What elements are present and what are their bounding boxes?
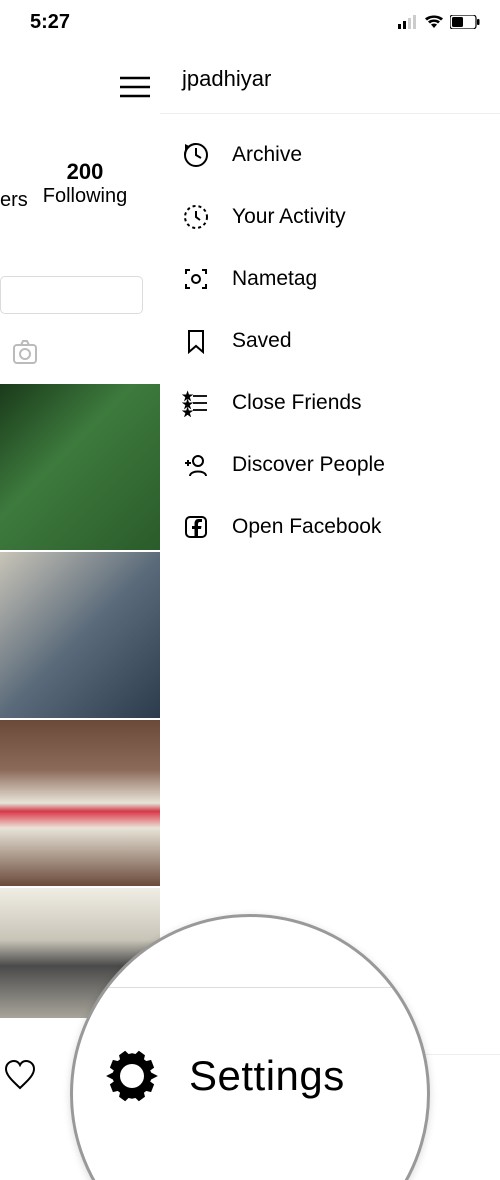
- wifi-icon: [424, 15, 444, 29]
- menu-item-nametag[interactable]: Nametag: [160, 248, 500, 310]
- magnifier-callout: Settings: [70, 914, 430, 1180]
- menu-item-facebook[interactable]: Open Facebook: [160, 496, 500, 558]
- magnified-label: Settings: [189, 1052, 345, 1100]
- facebook-icon: [182, 513, 210, 541]
- nametag-icon: [182, 265, 210, 293]
- cellular-icon: [398, 15, 418, 29]
- menu-label: Saved: [232, 329, 292, 353]
- grid-photo[interactable]: [0, 384, 166, 550]
- menu-item-activity[interactable]: Your Activity: [160, 186, 500, 248]
- following-label: Following: [30, 185, 140, 208]
- following-stat[interactable]: 200 Following: [30, 159, 140, 208]
- gear-icon: [103, 1047, 161, 1105]
- discover-people-icon: [182, 451, 210, 479]
- archive-icon: [182, 141, 210, 169]
- drawer-menu: Archive Your Activity Nametag Saved ★★★ …: [160, 114, 500, 568]
- menu-label: Your Activity: [232, 205, 346, 229]
- status-indicators: [398, 15, 480, 29]
- saved-icon: [182, 327, 210, 355]
- menu-item-saved[interactable]: Saved: [160, 310, 500, 372]
- menu-label: Archive: [232, 143, 302, 167]
- heart-icon[interactable]: [3, 1060, 37, 1095]
- menu-item-close-friends[interactable]: ★★★ Close Friends: [160, 372, 500, 434]
- menu-item-discover-people[interactable]: Discover People: [160, 434, 500, 496]
- grid-photo[interactable]: [0, 552, 166, 718]
- battery-icon: [450, 15, 480, 29]
- menu-label: Close Friends: [232, 391, 362, 415]
- status-bar: 5:27: [0, 0, 500, 44]
- grid-photo[interactable]: [0, 720, 166, 886]
- status-time: 5:27: [30, 11, 70, 34]
- edit-profile-button[interactable]: [0, 276, 143, 314]
- menu-label: Discover People: [232, 453, 385, 477]
- tagged-tab-icon[interactable]: [10, 337, 40, 372]
- menu-label: Nametag: [232, 267, 317, 291]
- menu-item-archive[interactable]: Archive: [160, 124, 500, 186]
- menu-label: Open Facebook: [232, 515, 381, 539]
- activity-icon: [182, 203, 210, 231]
- close-friends-icon: ★★★: [182, 389, 210, 417]
- followers-label-partial: ers: [0, 189, 28, 212]
- svg-text:★: ★: [184, 408, 191, 417]
- menu-icon[interactable]: [120, 76, 150, 103]
- drawer-username: jpadhiyar: [160, 44, 500, 114]
- magnified-settings-row: Settings: [73, 1047, 427, 1105]
- following-count: 200: [30, 159, 140, 185]
